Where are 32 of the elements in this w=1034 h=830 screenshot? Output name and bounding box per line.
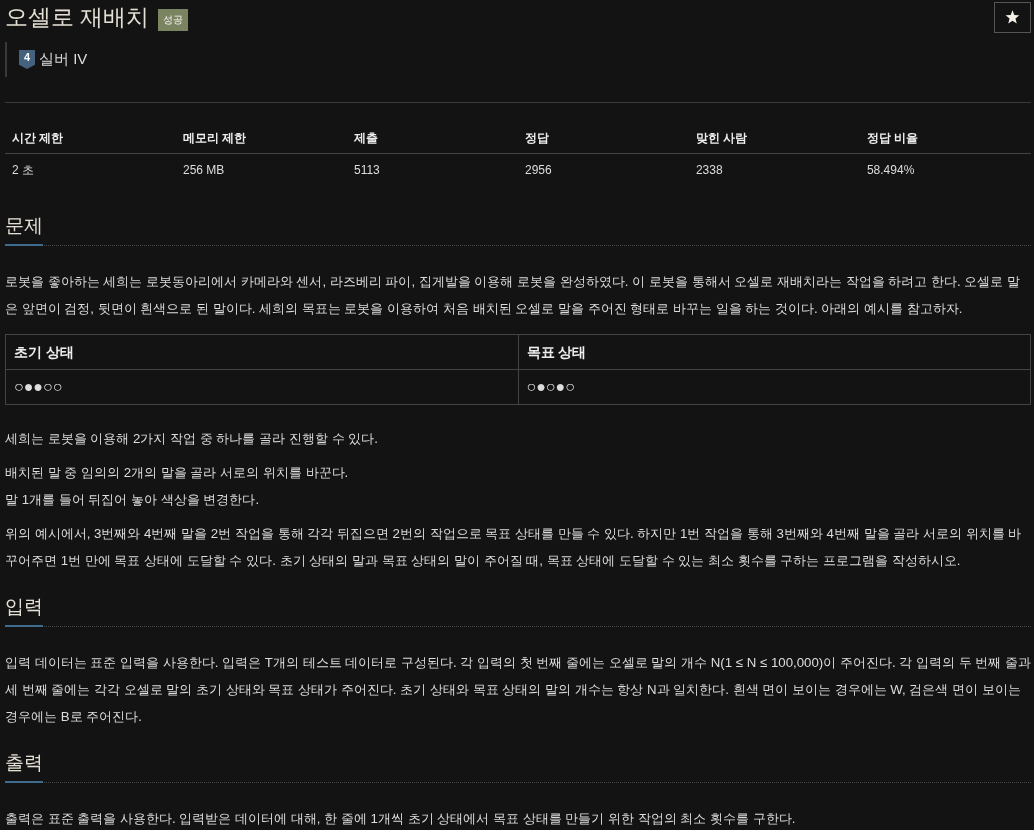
- star-icon: [1005, 10, 1020, 25]
- table-header-cell: 제출: [346, 123, 518, 154]
- problem-title: 오셀로 재배치: [5, 4, 150, 30]
- tier-badge: 4: [19, 50, 35, 69]
- status-badge: 성공: [158, 9, 189, 31]
- table-cell: 5113: [346, 153, 518, 186]
- table-header-cell: 정답 비율: [859, 123, 1031, 154]
- table-cell: ○●○●○: [518, 369, 1031, 405]
- table-header-cell: 시간 제한: [5, 123, 176, 154]
- table-cell: ○●●○○: [5, 369, 518, 405]
- table-cell: 58.494%: [859, 153, 1031, 186]
- table-header-cell: 목표 상태: [518, 334, 1031, 370]
- section-heading: 출력: [5, 750, 43, 783]
- list-item: 배치된 말 중 임의의 2개의 말을 골라 서로의 위치를 바꾼다.: [5, 464, 350, 482]
- section-heading: 문제: [5, 213, 43, 246]
- paragraph: 로봇을 좋아하는 세희는 로봇동아리에서 카메라와 센서, 라즈베리 파이, 집게발을 이용해 로봇을 완성하였다. 이 로봇을 통해서 오셀로 재배치라는 작업을 하려고 한다. 오셀로 말은 앞면이 검정, 뒷면이 흰색으로 된 말이다. 세희의 목표는 로봇을 이용하여 처음 배치된 오셀로 말을 주어진 형태로 바꾸는 일을 하는 것이다. 아래의 예시를 참고하자.: [5, 273, 1022, 318]
- paragraph: 입력 데이터는 표준 입력을 사용한다. 입력은 T개의 테스트 데이터로 구성된다. 각 입력의 첫 번째 줄에는 오셀로 말의 개수 N(1 ≤ N ≤ 100,000)이 주어진다. 각 입력의 두 번째 줄과 세 번째 줄에는 각각 오셀로 말의 초기 상태와 목표 상태가 주어진다. 초기 상태와 목표 상태의 말의 개수는 항상 N과 일치한다. 흰색 면이 보이는 경우에는 W, 검은색 면이 보이는 경우에는 B로 주어진다.: [5, 654, 1031, 726]
- table-cell: 2956: [517, 153, 689, 186]
- table-header-cell: 정답: [517, 123, 689, 154]
- table-header-cell: 메모리 제한: [176, 123, 347, 154]
- table-cell: 2338: [688, 153, 860, 186]
- table-header-cell: 맞힌 사람: [688, 123, 860, 154]
- paragraph: 위의 예시에서, 3번째와 4번째 말을 2번 작업을 통해 각각 뒤집으면 2번의 작업으로 목표 상태를 만들 수 있다. 하지만 1번 작업을 통해 3번째와 4번째 말을 골라 서로의 위치를 바꾸어주면 1번 만에 목표 상태에 도달할 수 있다. 초기 상태의 말과 목표 상태의 말이 주어질 때, 목표 상태에 도달할 수 있는 최소 횟수를 구하는 프로그램을 작성하시오.: [5, 525, 1023, 570]
- table-cell: 2 초: [5, 153, 176, 186]
- star-button[interactable]: [994, 2, 1031, 33]
- section-heading: 입력: [5, 594, 43, 627]
- table-cell: 256 MB: [176, 153, 347, 186]
- tier-name: 실버 IV: [39, 49, 88, 70]
- paragraph: 세희는 로봇을 이용해 2가지 작업 중 하나를 골라 진행할 수 있다.: [5, 430, 379, 448]
- table-header-cell: 초기 상태: [5, 334, 518, 370]
- paragraph: 출력은 표준 출력을 사용한다. 입력받은 데이터에 대해, 한 줄에 1개씩 초기 상태에서 목표 상태를 만들기 위한 작업의 최소 횟수를 구한다.: [5, 810, 797, 828]
- list-item: 말 1개를 들어 뒤집어 놓아 색상을 변경한다.: [5, 491, 261, 509]
